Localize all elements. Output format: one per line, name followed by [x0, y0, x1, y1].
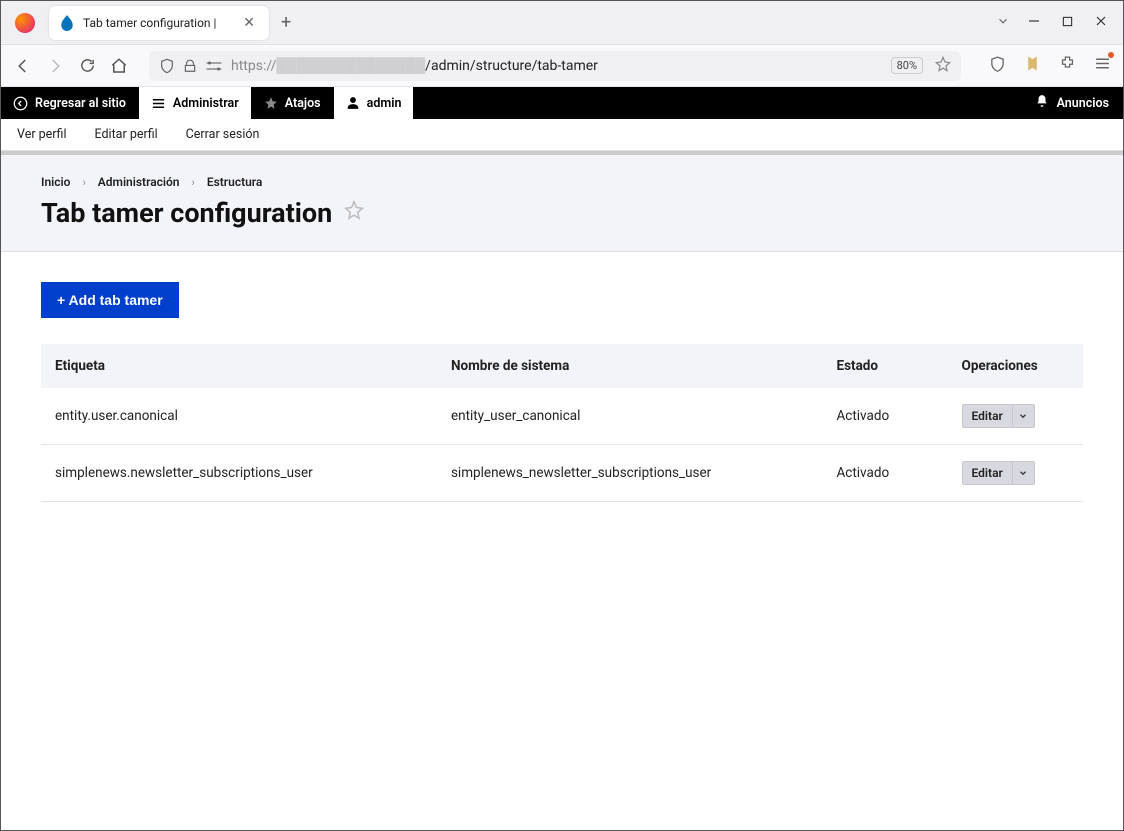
breadcrumb: Inicio › Administración › Estructura — [41, 175, 1083, 189]
cell-system-name: entity_user_canonical — [437, 388, 823, 445]
drupal-icon — [59, 15, 75, 31]
cell-label: simplenews.newsletter_subscriptions_user — [41, 445, 437, 502]
bell-icon — [1035, 94, 1049, 112]
page-content: + Add tab tamer Etiqueta Nombre de siste… — [1, 252, 1123, 532]
tab-tamer-table: Etiqueta Nombre de sistema Estado Operac… — [41, 344, 1083, 502]
user-menu-link[interactable]: admin — [334, 87, 415, 119]
url-text: https://███████████████/admin/structure/… — [231, 57, 883, 74]
manage-link[interactable]: Administrar — [139, 87, 252, 119]
breadcrumb-admin[interactable]: Administración — [98, 175, 180, 189]
firefox-logo-icon — [15, 13, 35, 33]
back-circle-icon — [13, 96, 28, 111]
cell-system-name: simplenews_newsletter_subscriptions_user — [437, 445, 823, 502]
admin-toolbar: Regresar al sitio Administrar Atajos adm… — [1, 87, 1123, 119]
page-title: Tab tamer configuration — [41, 197, 332, 229]
browser-tab-strip: Tab tamer configuration | ✕ + — [1, 1, 1123, 45]
add-tab-tamer-button[interactable]: + Add tab tamer — [41, 282, 179, 318]
nav-forward-button[interactable] — [45, 57, 65, 75]
dropbutton-toggle[interactable] — [1013, 404, 1035, 428]
bookmark-star-icon[interactable] — [935, 56, 951, 76]
back-to-site-link[interactable]: Regresar al sitio — [1, 87, 139, 119]
url-bar[interactable]: https://███████████████/admin/structure/… — [149, 51, 961, 81]
tab-title: Tab tamer configuration | — [83, 16, 231, 30]
edit-button[interactable]: Editar — [962, 461, 1013, 485]
tab-close-icon[interactable]: ✕ — [239, 15, 259, 31]
edit-profile-link[interactable]: Editar perfil — [95, 127, 158, 142]
nav-reload-button[interactable] — [77, 57, 97, 74]
tabs-dropdown-icon[interactable] — [996, 14, 1010, 32]
pocket-icon[interactable] — [989, 55, 1006, 76]
breadcrumb-structure[interactable]: Estructura — [207, 175, 263, 189]
chevron-right-icon: › — [82, 176, 85, 189]
col-label: Etiqueta — [41, 344, 437, 388]
manage-label: Administrar — [173, 96, 239, 111]
table-row: entity.user.canonical entity_user_canoni… — [41, 388, 1083, 445]
shield-icon[interactable] — [159, 58, 175, 74]
zoom-level[interactable]: 80% — [891, 57, 923, 74]
page-header: Inicio › Administración › Estructura Tab… — [1, 151, 1123, 252]
window-close-icon[interactable] — [1095, 15, 1107, 31]
hamburger-icon — [151, 96, 166, 111]
hamburger-menu-icon[interactable] — [1094, 55, 1111, 76]
view-profile-link[interactable]: Ver perfil — [17, 127, 67, 142]
shortcuts-link[interactable]: Atajos — [252, 87, 334, 119]
browser-tab[interactable]: Tab tamer configuration | ✕ — [49, 6, 269, 40]
dropbutton-toggle[interactable] — [1013, 461, 1035, 485]
shortcuts-label: Atajos — [285, 96, 321, 111]
window-maximize-icon[interactable] — [1062, 15, 1073, 31]
user-label: admin — [367, 96, 402, 111]
operations-dropbutton: Editar — [962, 404, 1035, 428]
announcements-label: Anuncios — [1057, 96, 1109, 111]
user-icon — [346, 96, 360, 110]
chevron-right-icon: › — [192, 176, 195, 189]
nav-back-button[interactable] — [13, 57, 33, 75]
browser-url-row: https://███████████████/admin/structure/… — [1, 45, 1123, 87]
table-row: simplenews.newsletter_subscriptions_user… — [41, 445, 1083, 502]
lock-icon[interactable] — [183, 59, 197, 73]
cell-state: Activado — [822, 445, 947, 502]
new-tab-button[interactable]: + — [281, 12, 291, 33]
operations-dropbutton: Editar — [962, 461, 1035, 485]
cell-state: Activado — [822, 388, 947, 445]
user-sub-toolbar: Ver perfil Editar perfil Cerrar sesión — [1, 119, 1123, 151]
cell-label: entity.user.canonical — [41, 388, 437, 445]
announcements-link[interactable]: Anuncios — [1021, 87, 1123, 119]
favorite-star-icon[interactable] — [344, 200, 364, 226]
account-icon[interactable] — [1024, 55, 1041, 76]
col-state: Estado — [822, 344, 947, 388]
window-minimize-icon[interactable] — [1028, 15, 1040, 31]
star-icon — [264, 96, 278, 110]
nav-home-button[interactable] — [109, 57, 129, 75]
edit-button[interactable]: Editar — [962, 404, 1013, 428]
permissions-icon[interactable] — [205, 59, 223, 73]
col-operations: Operaciones — [948, 344, 1083, 388]
extensions-icon[interactable] — [1059, 55, 1076, 76]
back-to-site-label: Regresar al sitio — [35, 96, 126, 111]
breadcrumb-home[interactable]: Inicio — [41, 175, 70, 189]
col-system-name: Nombre de sistema — [437, 344, 823, 388]
logout-link[interactable]: Cerrar sesión — [186, 127, 260, 142]
